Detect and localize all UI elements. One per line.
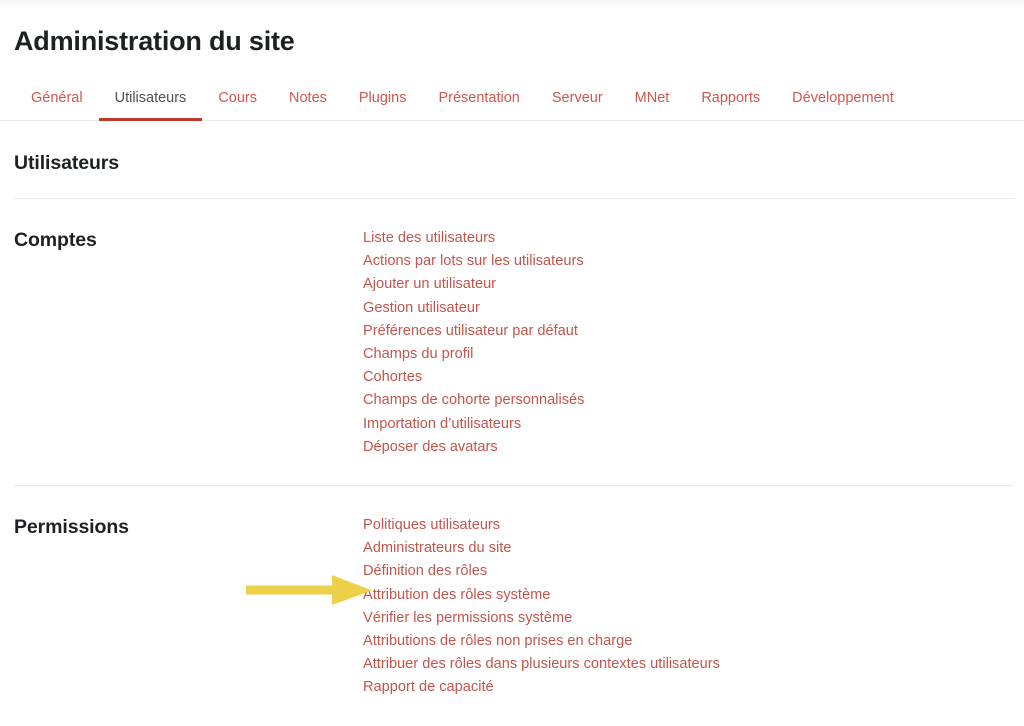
admin-tab-list: Général Utilisateurs Cours Notes Plugins Prés… <box>14 89 1024 121</box>
section-link-list: Liste des utilisateurs Actions par lots s… <box>363 227 1014 459</box>
section-heading: Permissions <box>14 516 129 539</box>
admin-link[interactable]: Actions par lots sur les utilisateurs <box>363 250 584 273</box>
admin-link[interactable]: Vérifier les permissions système <box>363 607 572 630</box>
tab-rapports[interactable]: Rapports <box>685 89 776 121</box>
tab-presentation[interactable]: Présentation <box>422 89 535 121</box>
admin-link[interactable]: Liste des utilisateurs <box>363 227 495 250</box>
admin-link[interactable]: Champs du profil <box>363 343 473 366</box>
admin-sections: Utilisateurs Comptes Liste des utilisateur… <box>0 121 1024 726</box>
admin-page: Administration du site Général Utilisateu… <box>0 8 1024 726</box>
admin-link[interactable]: Attribuer des rôles dans plusieurs conte… <box>363 653 720 676</box>
tab-cours[interactable]: Cours <box>202 89 273 121</box>
admin-link[interactable]: Administrateurs du site <box>363 537 511 560</box>
section-heading: Comptes <box>14 229 97 251</box>
admin-section: Permissions Politiques utilisateurs Admini… <box>0 486 1024 726</box>
tab-plugins[interactable]: Plugins <box>343 89 423 121</box>
admin-link[interactable]: Champs de cohorte personnalisés <box>363 389 584 412</box>
page-title: Administration du site <box>14 26 295 56</box>
tab-notes[interactable]: Notes <box>273 89 343 121</box>
tab-general[interactable]: Général <box>14 89 99 121</box>
tab-utilisateurs[interactable]: Utilisateurs <box>98 89 203 121</box>
admin-link[interactable]: Ajouter un utilisateur <box>363 273 496 296</box>
tab-developpement[interactable]: Développement <box>776 89 910 121</box>
admin-tab-bar: Général Utilisateurs Cours Notes Plugins Prés… <box>0 89 1024 121</box>
admin-link[interactable]: Rapport de capacité <box>363 676 494 699</box>
admin-section: Comptes Liste des utilisateurs Actions par… <box>0 199 1024 485</box>
admin-link[interactable]: Déposer des avatars <box>363 436 498 459</box>
admin-link[interactable]: Cohortes <box>363 366 422 389</box>
section-link-list <box>363 150 1014 176</box>
admin-link[interactable]: Importation d’utilisateurs <box>363 413 521 436</box>
admin-link[interactable]: Attribution des rôles système <box>363 584 550 607</box>
admin-link[interactable]: Politiques utilisateurs <box>363 514 500 537</box>
admin-link[interactable]: Préférences utilisateur par défaut <box>363 320 578 343</box>
admin-link[interactable]: Attributions de rôles non prises en char… <box>363 630 632 653</box>
section-heading: Utilisateurs <box>14 152 120 174</box>
tab-mnet[interactable]: MNet <box>619 89 686 121</box>
admin-link[interactable]: Définition des rôles <box>363 560 487 583</box>
admin-section: Utilisateurs <box>0 121 1024 198</box>
admin-link[interactable]: Gestion utilisateur <box>363 297 480 320</box>
browser-top-strip <box>0 0 1024 8</box>
tab-serveur[interactable]: Serveur <box>536 89 619 121</box>
section-link-list: Politiques utilisateurs Administrateurs d… <box>363 514 1014 700</box>
